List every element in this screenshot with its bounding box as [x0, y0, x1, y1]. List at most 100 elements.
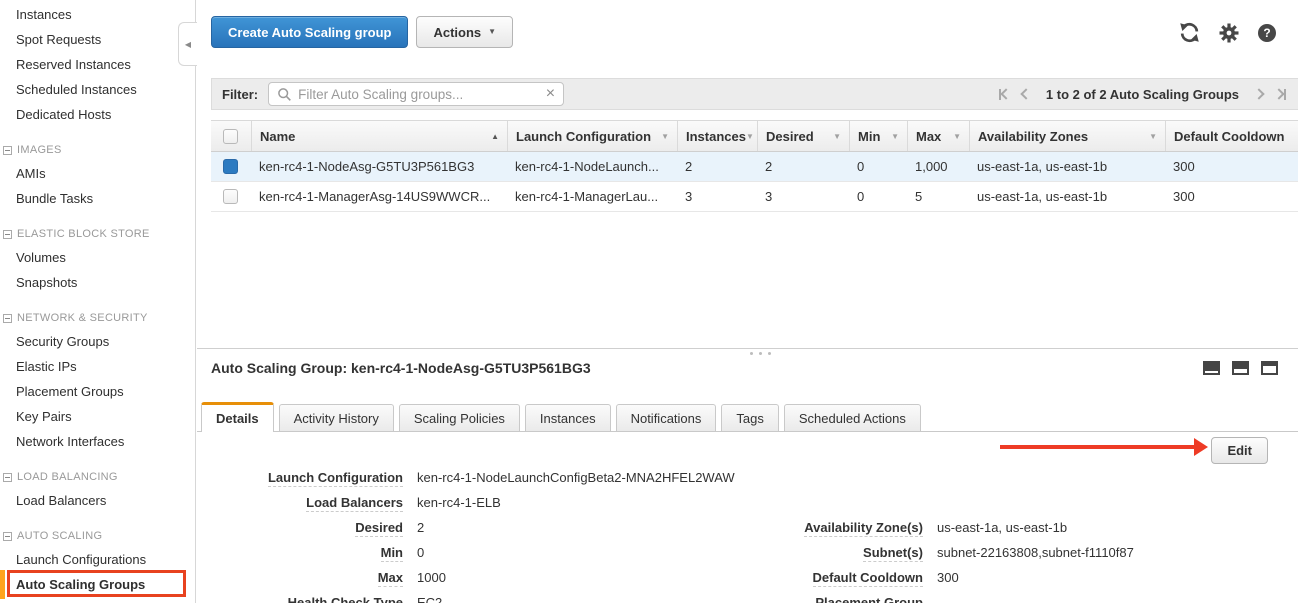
tab-scaling-policies[interactable]: Scaling Policies: [399, 404, 520, 431]
field-label: Health Check Type: [288, 595, 403, 603]
tab-details[interactable]: Details: [201, 402, 274, 432]
gear-icon[interactable]: [1219, 23, 1239, 43]
sidebar-item-amis[interactable]: AMIs: [0, 161, 195, 186]
column-header-desired[interactable]: Desired ▼: [757, 121, 849, 151]
cell-instances: 2: [677, 159, 757, 174]
sort-icon: ▼: [953, 132, 961, 141]
tab-notifications[interactable]: Notifications: [616, 404, 717, 431]
select-all-checkbox[interactable]: [223, 129, 238, 144]
sidebar-item-snapshots[interactable]: Snapshots: [0, 270, 195, 295]
sort-asc-icon: ▲: [491, 132, 499, 141]
first-page-icon[interactable]: [999, 89, 1010, 100]
collapse-section-icon[interactable]: [3, 473, 12, 482]
ec2-console: Instances Spot Requests Reserved Instanc…: [0, 0, 1298, 603]
search-box: ×: [268, 82, 564, 106]
sidebar-item-key-pairs[interactable]: Key Pairs: [0, 404, 195, 429]
collapse-section-icon[interactable]: [3, 230, 12, 239]
field-label: Availability Zone(s): [804, 520, 923, 537]
splitter-grip-icon: [750, 352, 771, 355]
table-row[interactable]: ken-rc4-1-ManagerAsg-14US9WWCR... ken-rc…: [211, 182, 1298, 212]
sidebar-item-elastic-ips[interactable]: Elastic IPs: [0, 354, 195, 379]
sidebar-section-network-security[interactable]: NETWORK & SECURITY: [0, 307, 195, 329]
sort-icon: ▼: [661, 132, 669, 141]
column-header-instances[interactable]: Instances ▼: [677, 121, 757, 151]
section-label: AUTO SCALING: [17, 525, 102, 547]
column-header-default-cooldown[interactable]: Default Cooldown: [1165, 121, 1298, 151]
sidebar-item-scheduled-instances[interactable]: Scheduled Instances: [0, 77, 195, 102]
pane-layout-controls: [1203, 361, 1278, 375]
next-page-icon[interactable]: [1255, 90, 1263, 98]
column-header-launch-configuration[interactable]: Launch Configuration ▼: [507, 121, 677, 151]
filter-input[interactable]: [298, 87, 540, 102]
detail-fields-left: Launch Configurationken-rc4-1-NodeLaunch…: [211, 466, 735, 603]
sidebar-item-placement-groups[interactable]: Placement Groups: [0, 379, 195, 404]
pane-layout-medium-icon[interactable]: [1232, 361, 1249, 375]
refresh-icon[interactable]: [1179, 22, 1200, 43]
tab-tags[interactable]: Tags: [721, 404, 778, 431]
field-value: 2: [417, 520, 424, 535]
column-label: Name: [260, 129, 295, 144]
sidebar-item-launch-configurations[interactable]: Launch Configurations: [0, 547, 195, 572]
column-header-name[interactable]: Name ▲: [251, 121, 507, 151]
cell-desired: 3: [757, 189, 849, 204]
field-value: EC2: [417, 595, 442, 603]
sidebar-item-bundle-tasks[interactable]: Bundle Tasks: [0, 186, 195, 211]
sidebar-item-load-balancers[interactable]: Load Balancers: [0, 488, 195, 513]
edit-button[interactable]: Edit: [1211, 437, 1268, 464]
tab-activity-history[interactable]: Activity History: [279, 404, 394, 431]
tab-scheduled-actions[interactable]: Scheduled Actions: [784, 404, 921, 431]
pane-layout-small-icon[interactable]: [1203, 361, 1220, 375]
actions-button[interactable]: Actions ▼: [416, 16, 513, 48]
sidebar-item-volumes[interactable]: Volumes: [0, 245, 195, 270]
sidebar-section-images[interactable]: IMAGES: [0, 139, 195, 161]
section-label: NETWORK & SECURITY: [17, 307, 148, 329]
section-label: LOAD BALANCING: [17, 466, 118, 488]
sidebar-top-list: Instances Spot Requests Reserved Instanc…: [0, 2, 195, 127]
detail-fields-right: Availability Zone(s)us-east-1a, us-east-…: [708, 516, 1134, 603]
sidebar-section-load-balancing[interactable]: LOAD BALANCING: [0, 466, 195, 488]
cell-instances: 3: [677, 189, 757, 204]
detail-header: Auto Scaling Group: ken-rc4-1-NodeAsg-G5…: [197, 356, 1298, 378]
sidebar-item-reserved-instances[interactable]: Reserved Instances: [0, 52, 195, 77]
panel-splitter[interactable]: [197, 348, 1298, 356]
sidebar-item-spot-requests[interactable]: Spot Requests: [0, 27, 195, 52]
sort-icon: ▼: [746, 132, 754, 141]
toolbar: Create Auto Scaling group Actions ▼: [197, 0, 1298, 48]
tab-instances[interactable]: Instances: [525, 404, 611, 431]
last-page-icon[interactable]: [1275, 89, 1286, 100]
cell-launch-configuration: ken-rc4-1-NodeLaunch...: [507, 159, 677, 174]
collapse-section-icon[interactable]: [3, 314, 12, 323]
main-content: Create Auto Scaling group Actions ▼: [197, 0, 1298, 603]
column-header-min[interactable]: Min ▼: [849, 121, 907, 151]
sidebar-collapse-button[interactable]: ◀: [178, 22, 197, 66]
field-default-cooldown: Default Cooldown300: [708, 566, 1134, 591]
row-checkbox[interactable]: [223, 159, 238, 174]
field-value: ken-rc4-1-NodeLaunchConfigBeta2-MNA2HFEL…: [417, 470, 735, 485]
field-max: Max1000: [211, 566, 735, 591]
field-label: Min: [381, 545, 403, 562]
help-icon[interactable]: ?: [1258, 24, 1276, 42]
details-tab-content: Edit Launch Configurationken-rc4-1-NodeL…: [197, 432, 1298, 603]
sidebar-section-auto-scaling[interactable]: AUTO SCALING: [0, 525, 195, 547]
sidebar-item-security-groups[interactable]: Security Groups: [0, 329, 195, 354]
search-icon: [277, 87, 292, 102]
field-health-check-type: Health Check Type EC2: [211, 591, 735, 603]
sidebar-item-instances[interactable]: Instances: [0, 2, 195, 27]
collapse-arrow-icon: ◀: [185, 40, 191, 49]
toolbar-icons: ?: [1179, 16, 1284, 43]
collapse-section-icon[interactable]: [3, 146, 12, 155]
clear-filter-icon[interactable]: ×: [546, 86, 555, 102]
table-row[interactable]: ken-rc4-1-NodeAsg-G5TU3P561BG3 ken-rc4-1…: [211, 152, 1298, 182]
previous-page-icon[interactable]: [1022, 90, 1030, 98]
sidebar-section-elastic-block-store[interactable]: ELASTIC BLOCK STORE: [0, 223, 195, 245]
create-auto-scaling-group-button[interactable]: Create Auto Scaling group: [211, 16, 408, 48]
sidebar-item-dedicated-hosts[interactable]: Dedicated Hosts: [0, 102, 195, 127]
pane-layout-large-icon[interactable]: [1261, 361, 1278, 375]
sidebar-item-auto-scaling-groups[interactable]: Auto Scaling Groups: [0, 572, 195, 597]
column-label: Instances: [686, 129, 746, 144]
sidebar-item-network-interfaces[interactable]: Network Interfaces: [0, 429, 195, 454]
collapse-section-icon[interactable]: [3, 532, 12, 541]
column-header-max[interactable]: Max ▼: [907, 121, 969, 151]
column-header-availability-zones[interactable]: Availability Zones ▼: [969, 121, 1165, 151]
row-checkbox[interactable]: [223, 189, 238, 204]
